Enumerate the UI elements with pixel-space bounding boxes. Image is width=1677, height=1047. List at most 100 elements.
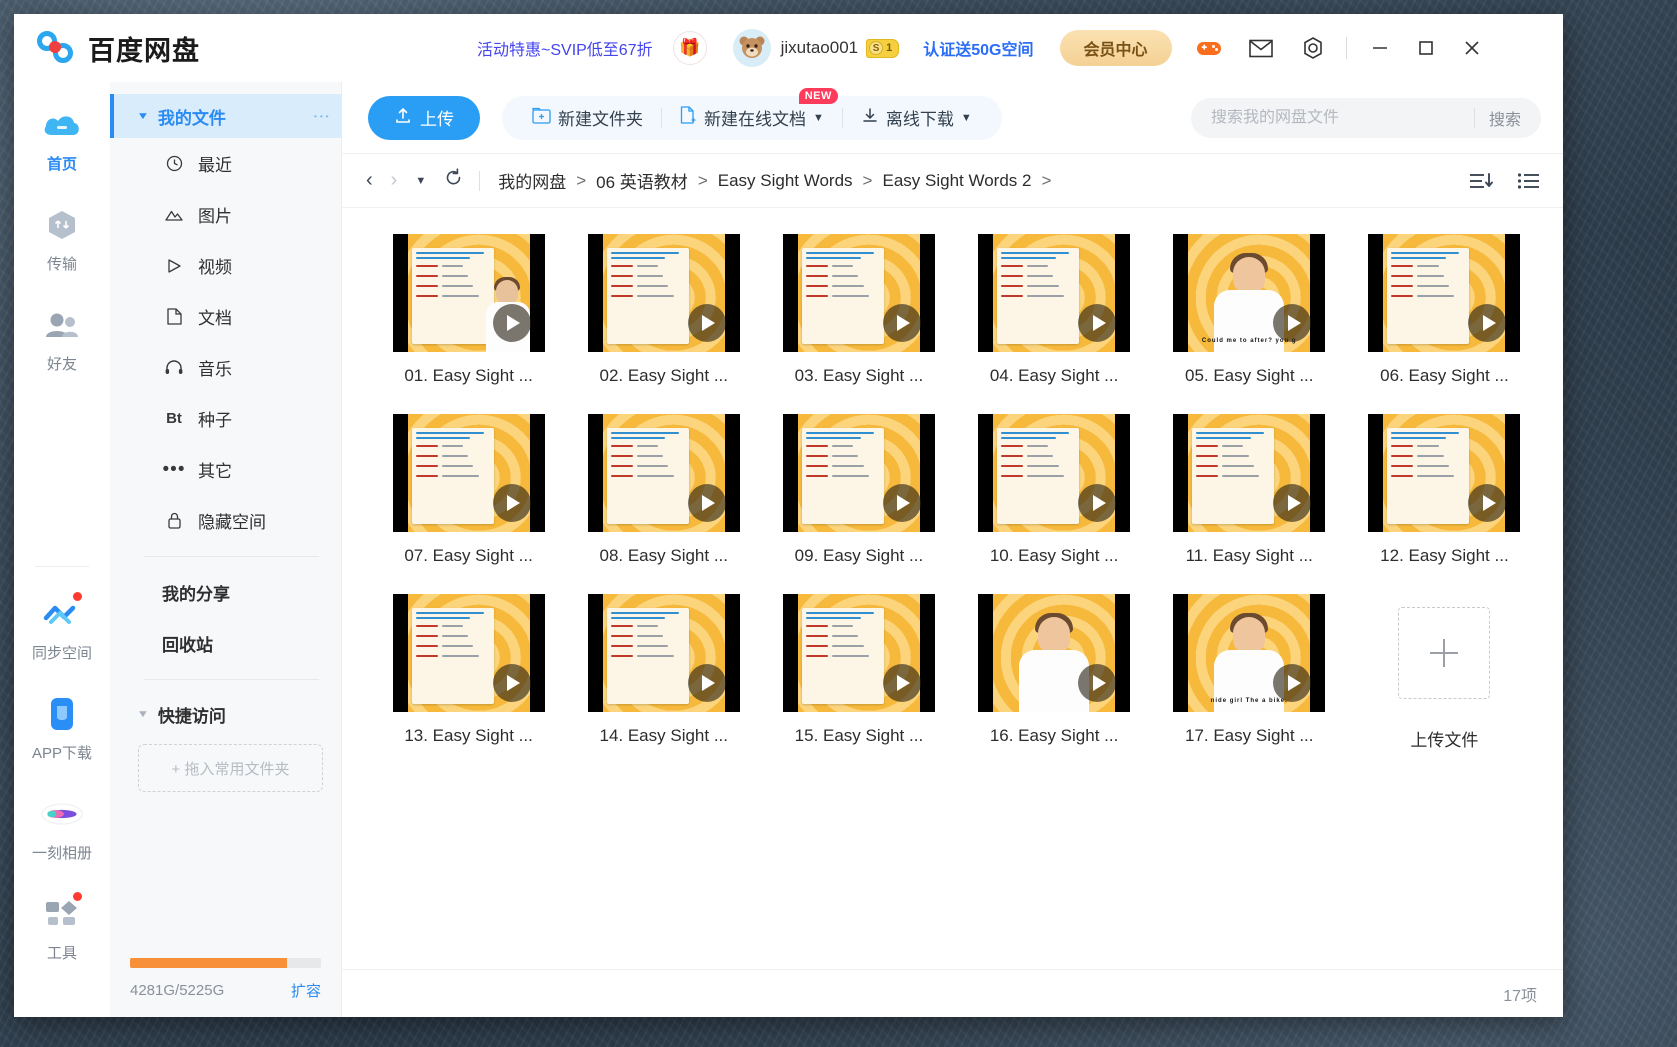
file-card[interactable]: 09. Easy Sight ... xyxy=(770,414,947,566)
offline-download-button[interactable]: 离线下载 ▼ xyxy=(849,105,984,130)
quick-access-dropzone[interactable]: + 拖入常用文件夹 xyxy=(138,744,323,792)
new-folder-button[interactable]: 新建文件夹 xyxy=(520,105,655,130)
rail-item-sync-space[interactable]: 同步空间 xyxy=(14,593,110,663)
breadcrumb-item[interactable]: Easy Sight Words 2 xyxy=(882,171,1031,191)
play-icon[interactable] xyxy=(883,484,921,522)
file-card[interactable]: 07. Easy Sight ... xyxy=(380,414,557,566)
file-thumbnail[interactable]: Could me to after? you g xyxy=(1173,234,1325,352)
promo-link[interactable]: 活动特惠~SVIP低至67折 xyxy=(477,36,653,60)
file-card[interactable]: nide girl The a bike.17. Easy Sight ... xyxy=(1161,594,1338,751)
expand-storage-link[interactable]: 扩容 xyxy=(291,980,321,1001)
tree-item-recent[interactable]: 最近 xyxy=(110,138,341,189)
file-thumbnail[interactable] xyxy=(783,594,935,712)
play-icon[interactable] xyxy=(883,664,921,702)
play-icon[interactable] xyxy=(688,664,726,702)
play-icon[interactable] xyxy=(1273,304,1311,342)
breadcrumb-item[interactable]: Easy Sight Words xyxy=(718,171,853,191)
file-card[interactable]: 10. Easy Sight ... xyxy=(966,414,1143,566)
tree-item-others[interactable]: ••• 其它 xyxy=(110,444,341,495)
rail-item-photo-album[interactable]: 一刻相册 xyxy=(14,793,110,863)
tree-item-my-shares[interactable]: 我的分享 xyxy=(110,567,341,618)
vip-center-button[interactable]: 会员中心 xyxy=(1060,30,1172,66)
play-icon[interactable] xyxy=(688,304,726,342)
forward-button[interactable]: › xyxy=(391,169,398,192)
play-icon[interactable] xyxy=(883,304,921,342)
gear-icon[interactable] xyxy=(1298,33,1328,63)
file-card[interactable]: Could me to after? you g05. Easy Sight .… xyxy=(1161,234,1338,386)
play-icon[interactable] xyxy=(1273,484,1311,522)
file-card[interactable]: 04. Easy Sight ... xyxy=(966,234,1143,386)
file-thumbnail[interactable] xyxy=(1173,414,1325,532)
rail-item-app-download[interactable]: APP下载 xyxy=(14,693,110,763)
play-icon[interactable] xyxy=(1078,484,1116,522)
avatar[interactable] xyxy=(733,29,771,67)
maximize-icon[interactable] xyxy=(1403,24,1449,72)
tree-item-torrents[interactable]: Bt 种子 xyxy=(110,393,341,444)
rail-item-tools[interactable]: 工具 xyxy=(14,893,110,963)
rail-item-transfer[interactable]: 传输 xyxy=(14,204,110,274)
breadcrumb-item[interactable]: 06 英语教材 xyxy=(596,168,688,193)
upload-button[interactable]: 上传 xyxy=(368,96,480,140)
file-thumbnail[interactable] xyxy=(588,594,740,712)
mail-icon[interactable] xyxy=(1246,33,1276,63)
tree-item-music[interactable]: 音乐 xyxy=(110,342,341,393)
list-view-icon[interactable] xyxy=(1517,171,1541,191)
certification-link[interactable]: 认证送50G空间 xyxy=(923,36,1033,60)
play-icon[interactable] xyxy=(493,304,531,342)
file-thumbnail[interactable] xyxy=(783,234,935,352)
tree-item-documents[interactable]: 文档 xyxy=(110,291,341,342)
file-card[interactable]: 16. Easy Sight ... xyxy=(966,594,1143,751)
play-icon[interactable] xyxy=(493,484,531,522)
play-icon[interactable] xyxy=(493,664,531,702)
breadcrumb-item[interactable]: 我的网盘 xyxy=(498,168,566,193)
file-card[interactable]: 15. Easy Sight ... xyxy=(770,594,947,751)
new-online-doc-button[interactable]: NEW 新建在线文档 ▼ xyxy=(668,105,836,130)
minimize-icon[interactable] xyxy=(1357,24,1403,72)
search-button[interactable]: 搜索 xyxy=(1475,106,1535,130)
file-card[interactable]: 02. Easy Sight ... xyxy=(575,234,752,386)
file-card[interactable]: 08. Easy Sight ... xyxy=(575,414,752,566)
file-card[interactable]: 11. Easy Sight ... xyxy=(1161,414,1338,566)
file-card[interactable]: 06. Easy Sight ... xyxy=(1356,234,1533,386)
file-thumbnail[interactable] xyxy=(588,414,740,532)
file-thumbnail[interactable] xyxy=(1368,234,1520,352)
file-card[interactable]: 14. Easy Sight ... xyxy=(575,594,752,751)
rail-item-home[interactable]: 首页 xyxy=(14,104,110,174)
search-input[interactable] xyxy=(1211,109,1474,127)
refresh-button[interactable] xyxy=(444,168,463,193)
tree-item-recycle-bin[interactable]: 回收站 xyxy=(110,618,341,669)
file-thumbnail[interactable] xyxy=(393,414,545,532)
file-thumbnail[interactable] xyxy=(978,414,1130,532)
rail-item-friends[interactable]: 好友 xyxy=(14,304,110,374)
tree-item-videos[interactable]: 视频 xyxy=(110,240,341,291)
file-thumbnail[interactable]: nide girl The a bike. xyxy=(1173,594,1325,712)
file-thumbnail[interactable] xyxy=(1368,414,1520,532)
play-icon[interactable] xyxy=(1273,664,1311,702)
close-icon[interactable] xyxy=(1449,24,1495,72)
upload-file-card[interactable]: 上传文件 xyxy=(1356,594,1533,751)
file-thumbnail[interactable] xyxy=(393,594,545,712)
file-card[interactable]: 03. Easy Sight ... xyxy=(770,234,947,386)
gamepad-icon[interactable] xyxy=(1194,33,1224,63)
file-thumbnail[interactable] xyxy=(588,234,740,352)
tree-root-my-files[interactable]: ▼ 我的文件 ⋮ xyxy=(110,94,341,138)
tree-item-hidden-space[interactable]: 隐藏空间 xyxy=(110,495,341,546)
file-thumbnail[interactable] xyxy=(783,414,935,532)
file-thumbnail[interactable] xyxy=(978,594,1130,712)
tree-section-quick-access[interactable]: ▼ 快捷访问 xyxy=(110,690,341,738)
file-card[interactable]: 12. Easy Sight ... xyxy=(1356,414,1533,566)
plus-icon[interactable] xyxy=(1398,607,1490,699)
back-button[interactable]: ‹ xyxy=(366,169,373,192)
play-icon[interactable] xyxy=(1078,664,1116,702)
play-icon[interactable] xyxy=(1078,304,1116,342)
sort-descending-icon[interactable] xyxy=(1469,171,1495,191)
file-card[interactable]: 01. Easy Sight ... xyxy=(380,234,557,386)
history-dropdown-button[interactable]: ▼ xyxy=(415,175,426,187)
file-card[interactable]: 13. Easy Sight ... xyxy=(380,594,557,751)
tree-item-pictures[interactable]: 图片 xyxy=(110,189,341,240)
play-icon[interactable] xyxy=(688,484,726,522)
file-thumbnail[interactable] xyxy=(393,234,545,352)
more-vertical-icon[interactable]: ⋮ xyxy=(317,108,325,125)
gift-icon[interactable]: 🎁 xyxy=(673,31,707,65)
username[interactable]: jixutao001 xyxy=(781,38,859,58)
